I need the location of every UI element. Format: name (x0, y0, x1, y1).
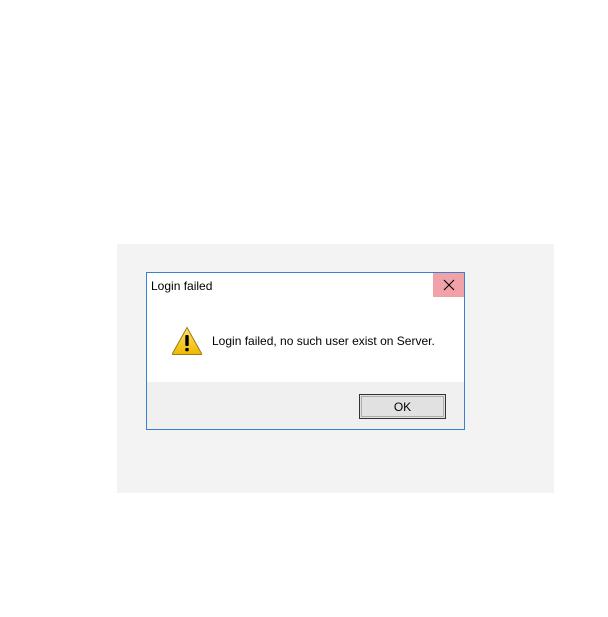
warning-icon (171, 326, 203, 356)
ok-button[interactable]: OK (359, 394, 446, 419)
dialog-footer: OK (147, 382, 464, 429)
error-message: Login failed, no such user exist on Serv… (212, 334, 435, 348)
dialog-title: Login failed (151, 279, 213, 293)
dialog-content: Login failed, no such user exist on Serv… (147, 298, 464, 382)
close-icon (443, 279, 455, 291)
login-failed-dialog: Login failed Login failed, no such user … (146, 272, 465, 430)
dialog-titlebar[interactable]: Login failed (147, 273, 464, 298)
close-button[interactable] (433, 273, 464, 297)
